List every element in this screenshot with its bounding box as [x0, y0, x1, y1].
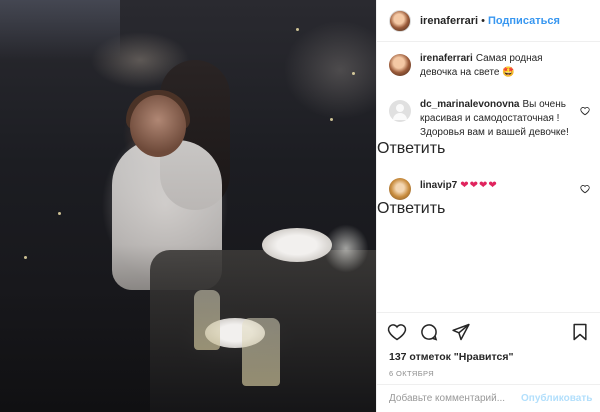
window-glow [0, 0, 120, 60]
photo-light [352, 72, 355, 75]
post-actions: 137 отметок "Нравится" 6 октября [377, 312, 600, 378]
photo-light [330, 118, 333, 121]
comment-body: linavip7 ❤❤❤❤ [420, 176, 580, 200]
photo-candle-stand [318, 190, 374, 280]
action-icons [377, 319, 600, 345]
separator-dot: • [481, 14, 485, 27]
publish-button[interactable]: Опубликовать [521, 393, 592, 404]
bookmark-icon[interactable] [570, 322, 590, 342]
post-header: irenaferrari • Подписаться [377, 0, 600, 42]
default-avatar-icon[interactable] [389, 100, 411, 122]
post-photo[interactable] [0, 0, 376, 412]
caption: irenaferrari Самая родная девочка на свет… [377, 52, 600, 80]
post-date[interactable]: 6 октября [377, 363, 600, 378]
heart-outline-icon[interactable] [580, 184, 590, 194]
likes-count[interactable]: 137 отметок "Нравится" [377, 345, 600, 363]
caption-avatar[interactable] [389, 54, 411, 76]
caption-username[interactable]: irenaferrari [420, 53, 473, 64]
photo-light [58, 212, 61, 215]
reply-button[interactable]: Ответить [377, 200, 445, 217]
share-arrow-icon[interactable] [451, 322, 471, 342]
comment-text: ❤❤❤❤ [460, 180, 498, 191]
comment-item: linavip7 ❤❤❤❤ [377, 176, 600, 200]
author-avatar[interactable] [389, 9, 411, 32]
photo-glass [194, 290, 220, 350]
comments-list: irenaferrari Самая родная девочка на свет… [377, 52, 600, 218]
user-avatar-icon[interactable] [389, 178, 411, 200]
follow-button[interactable]: Подписаться [488, 15, 560, 27]
heart-outline-icon[interactable] [387, 322, 407, 342]
comment-username[interactable]: dc_marinalevonovna [420, 99, 519, 110]
photo-light [296, 28, 299, 31]
comment-bubble-icon[interactable] [419, 322, 439, 342]
post-side-panel: irenaferrari • Подписаться irenaferrari С… [377, 0, 600, 412]
comment-username[interactable]: linavip7 [420, 180, 457, 191]
photo-child-head [130, 95, 186, 157]
caption-body: irenaferrari Самая родная девочка на свет… [420, 52, 580, 80]
add-comment-bar: Опубликовать [377, 384, 600, 412]
comment-body: dc_marinalevonovna Вы очень красивая и са… [420, 98, 580, 140]
photo-light [24, 256, 27, 259]
reply-button[interactable]: Ответить [377, 140, 445, 157]
author-username[interactable]: irenaferrari [420, 15, 478, 27]
heart-outline-icon[interactable] [580, 106, 590, 116]
photo-glass [242, 318, 280, 386]
comment-item: dc_marinalevonovna Вы очень красивая и са… [377, 98, 600, 140]
comment-input[interactable] [389, 393, 521, 404]
